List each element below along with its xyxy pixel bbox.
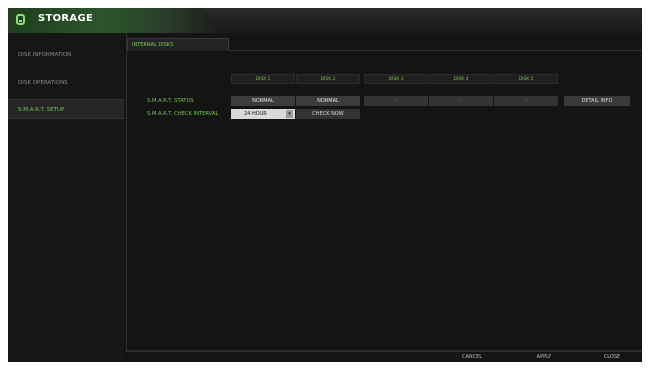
storage-window: STORAGE DISK INFORMATION DISK OPERATIONS… — [8, 8, 642, 362]
check-interval-value: 24 HOUR — [244, 111, 267, 117]
column-header-disk-4: DISK 4 — [429, 74, 493, 84]
title-bar: STORAGE — [8, 8, 642, 33]
column-header-disk-1: DISK 1 — [231, 74, 295, 84]
sidebar-item-disk-operations[interactable]: DISK OPERATIONS — [8, 73, 124, 93]
sidebar-item-smart-setup[interactable]: S.M.A.R.T. SETUP — [8, 99, 124, 119]
sidebar-item-disk-information[interactable]: DISK INFORMATION — [8, 45, 124, 65]
apply-button[interactable]: APPLY — [520, 353, 568, 361]
disk-4-status: - — [429, 96, 493, 106]
smart-check-interval-label: S.M.A.R.T. CHECK INTERVAL — [147, 111, 219, 117]
disk-5-status: - — [494, 96, 558, 106]
disk-2-status: NORMAL — [296, 96, 360, 106]
detail-info-button[interactable]: DETAIL INFO — [564, 96, 630, 106]
smart-status-label: S.M.A.R.T. STATUS — [147, 98, 194, 104]
dropdown-arrow-icon[interactable]: ▾ — [286, 110, 293, 118]
tab-divider — [228, 50, 642, 51]
sidebar: DISK INFORMATION DISK OPERATIONS S.M.A.R… — [8, 33, 124, 362]
main-panel: INTERNAL DISKS DISK 1 DISK 2 DISK 3 DISK… — [126, 33, 642, 352]
footer-divider — [126, 350, 642, 351]
disk-3-status: - — [364, 96, 428, 106]
cancel-button[interactable]: CANCEL — [448, 353, 496, 361]
column-header-disk-3: DISK 3 — [364, 74, 428, 84]
disk-1-status: NORMAL — [231, 96, 295, 106]
check-now-button[interactable]: CHECK NOW — [296, 109, 360, 119]
window-title: STORAGE — [38, 13, 94, 24]
column-header-disk-5: DISK 5 — [494, 74, 558, 84]
storage-icon — [16, 14, 25, 25]
close-button[interactable]: CLOSE — [588, 353, 636, 361]
check-interval-select[interactable]: 24 HOUR ▾ — [231, 109, 295, 119]
tab-internal-disks[interactable]: INTERNAL DISKS — [127, 38, 229, 51]
column-header-disk-2: DISK 2 — [296, 74, 360, 84]
